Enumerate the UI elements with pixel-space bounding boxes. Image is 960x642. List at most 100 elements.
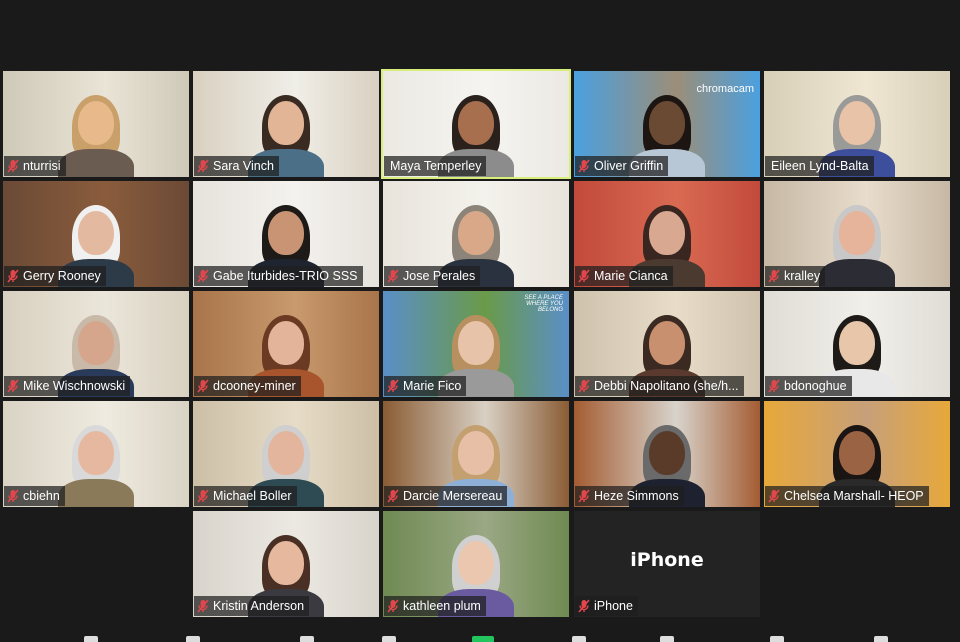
muted-microphone-icon bbox=[578, 159, 590, 173]
participant-tile[interactable]: dcooney-miner bbox=[193, 291, 379, 397]
muted-microphone-icon bbox=[387, 489, 399, 503]
participant-silhouette bbox=[58, 425, 134, 507]
participant-name-label: Heze Simmons bbox=[575, 486, 684, 506]
muted-microphone-icon bbox=[197, 159, 209, 173]
participant-name-label: Debbi Napolitano (she/h... bbox=[575, 376, 744, 396]
participant-name: Eileen Lynd-Balta bbox=[771, 159, 869, 173]
participant-name-label: Sara Vinch bbox=[194, 156, 279, 176]
muted-microphone-icon bbox=[197, 379, 209, 393]
participant-tile[interactable]: Debbi Napolitano (she/h... bbox=[574, 291, 760, 397]
video-icon[interactable] bbox=[186, 636, 200, 642]
participant-silhouette bbox=[819, 205, 895, 287]
participant-name-label: Jose Perales bbox=[384, 266, 481, 286]
participant-name-label: Maya Temperley bbox=[384, 156, 487, 176]
participant-name: Michael Boller bbox=[213, 489, 292, 503]
participant-tile[interactable]: Jose Perales bbox=[383, 181, 569, 287]
participant-name-label: iPhone bbox=[575, 596, 638, 616]
meeting-toolbar bbox=[0, 628, 960, 642]
participant-tile[interactable]: Marie Cianca bbox=[574, 181, 760, 287]
participant-name-label: cbiehn bbox=[4, 486, 65, 506]
muted-microphone-icon bbox=[7, 269, 19, 283]
participant-name: Debbi Napolitano (she/h... bbox=[594, 379, 739, 393]
participant-name-label: Gerry Rooney bbox=[4, 266, 106, 286]
muted-microphone-icon bbox=[197, 599, 209, 613]
participant-tile[interactable]: chromacam Oliver Griffin bbox=[574, 71, 760, 177]
security-icon[interactable] bbox=[300, 636, 314, 642]
participant-tile[interactable]: Michael Boller bbox=[193, 401, 379, 507]
participant-tile[interactable]: iPhone iPhone bbox=[574, 511, 760, 617]
participant-name-label: Marie Fico bbox=[384, 376, 467, 396]
participant-name: Marie Cianca bbox=[594, 269, 668, 283]
participant-tile[interactable]: kathleen plum bbox=[383, 511, 569, 617]
participant-name-label: Chelsea Marshall- HEOP bbox=[765, 486, 929, 506]
participant-tile[interactable]: Sara Vinch bbox=[193, 71, 379, 177]
participant-name: dcooney-miner bbox=[213, 379, 296, 393]
participant-name: Sara Vinch bbox=[213, 159, 274, 173]
participant-tile[interactable]: kralley bbox=[764, 181, 950, 287]
participant-tile[interactable]: SEE A PLACE WHERE YOU BELONG Marie Fico bbox=[383, 291, 569, 397]
muted-microphone-icon bbox=[578, 599, 590, 613]
participant-name-label: kathleen plum bbox=[384, 596, 486, 616]
muted-microphone-icon bbox=[768, 269, 780, 283]
participant-name: Gabe Iturbides-TRIO SSS bbox=[213, 269, 358, 283]
participant-tile[interactable]: Kristin Anderson bbox=[193, 511, 379, 617]
background-caption: SEE A PLACE WHERE YOU BELONG bbox=[524, 295, 563, 313]
participant-silhouette bbox=[58, 95, 134, 177]
record-icon[interactable] bbox=[660, 636, 674, 642]
participant-name-label: Marie Cianca bbox=[575, 266, 673, 286]
muted-microphone-icon bbox=[7, 379, 19, 393]
muted-microphone-icon bbox=[387, 379, 399, 393]
participant-name-label: Oliver Griffin bbox=[575, 156, 669, 176]
participant-name: Maya Temperley bbox=[390, 159, 482, 173]
participant-tile[interactable]: cbiehn bbox=[3, 401, 189, 507]
participant-tile[interactable]: Gabe Iturbides-TRIO SSS bbox=[193, 181, 379, 287]
muted-microphone-icon bbox=[768, 489, 780, 503]
chat-icon[interactable] bbox=[572, 636, 586, 642]
participant-name: Gerry Rooney bbox=[23, 269, 101, 283]
muted-microphone-icon bbox=[7, 489, 19, 503]
participant-name-label: Gabe Iturbides-TRIO SSS bbox=[194, 266, 363, 286]
participant-name-label: kralley bbox=[765, 266, 826, 286]
muted-microphone-icon bbox=[7, 159, 19, 173]
participant-name-label: Mike Wischnowski bbox=[4, 376, 131, 396]
muted-microphone-icon bbox=[578, 379, 590, 393]
participants-icon[interactable] bbox=[382, 636, 396, 642]
mute-icon[interactable] bbox=[84, 636, 98, 642]
muted-microphone-icon bbox=[197, 269, 209, 283]
muted-microphone-icon bbox=[387, 269, 399, 283]
participant-name: kralley bbox=[784, 269, 821, 283]
more-icon[interactable] bbox=[874, 636, 888, 642]
muted-microphone-icon bbox=[578, 269, 590, 283]
chromacam-watermark: chromacam bbox=[696, 83, 754, 95]
participant-name: Kristin Anderson bbox=[213, 599, 305, 613]
muted-microphone-icon bbox=[197, 489, 209, 503]
participant-tile[interactable]: bdonoghue bbox=[764, 291, 950, 397]
video-off-name: iPhone bbox=[630, 549, 704, 571]
reactions-icon[interactable] bbox=[770, 636, 784, 642]
participant-name-label: dcooney-miner bbox=[194, 376, 301, 396]
participant-name-label: Eileen Lynd-Balta bbox=[765, 156, 874, 176]
participant-name: iPhone bbox=[594, 599, 633, 613]
participant-name-label: nturrisi bbox=[4, 156, 66, 176]
participant-name: Marie Fico bbox=[403, 379, 462, 393]
participant-tile[interactable]: Maya Temperley bbox=[381, 69, 571, 179]
participant-tile[interactable]: Eileen Lynd-Balta bbox=[764, 71, 950, 177]
participant-tile[interactable]: Mike Wischnowski bbox=[3, 291, 189, 397]
muted-microphone-icon bbox=[387, 599, 399, 613]
participant-name-label: Darcie Mersereau bbox=[384, 486, 508, 506]
share-screen-icon[interactable] bbox=[472, 636, 494, 642]
participant-tile[interactable]: Darcie Mersereau bbox=[383, 401, 569, 507]
participant-name: cbiehn bbox=[23, 489, 60, 503]
participant-name: nturrisi bbox=[23, 159, 61, 173]
muted-microphone-icon bbox=[768, 379, 780, 393]
participant-name-label: bdonoghue bbox=[765, 376, 852, 396]
participant-tile[interactable]: Heze Simmons bbox=[574, 401, 760, 507]
participant-name: Mike Wischnowski bbox=[23, 379, 126, 393]
participant-name: kathleen plum bbox=[403, 599, 481, 613]
participant-tile[interactable]: nturrisi bbox=[3, 71, 189, 177]
gallery-grid: nturrisi Sara Vinch Maya Temperley chrom… bbox=[0, 0, 960, 640]
participant-name: Darcie Mersereau bbox=[403, 489, 503, 503]
participant-name: Oliver Griffin bbox=[594, 159, 664, 173]
participant-tile[interactable]: Chelsea Marshall- HEOP bbox=[764, 401, 950, 507]
participant-tile[interactable]: Gerry Rooney bbox=[3, 181, 189, 287]
